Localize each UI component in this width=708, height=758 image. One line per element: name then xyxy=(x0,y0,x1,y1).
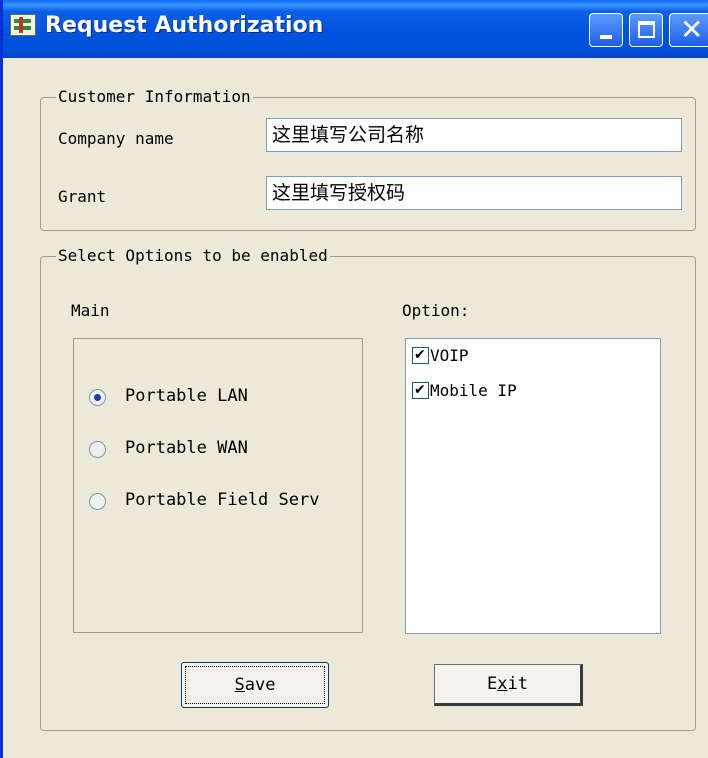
main-options-panel xyxy=(73,338,363,633)
check-icon: ✔ xyxy=(414,382,426,398)
option-label: Option: xyxy=(402,301,470,320)
checkbox-icon: ✔ xyxy=(412,382,429,399)
radio-portable-wan[interactable]: Portable WAN xyxy=(89,438,389,464)
radio-button-icon xyxy=(89,493,106,510)
request-authorization-window: Request Authorization ✕ Customer Informa… xyxy=(0,0,708,758)
title-bar[interactable]: Request Authorization ✕ xyxy=(3,0,708,58)
company-name-label: Company name xyxy=(58,129,174,148)
close-icon: ✕ xyxy=(680,13,704,46)
radio-label: Portable Field Serv xyxy=(125,490,320,510)
radio-portable-lan[interactable]: Portable LAN xyxy=(89,386,389,412)
window-title: Request Authorization xyxy=(45,13,324,38)
minimize-icon xyxy=(600,35,612,39)
minimize-button[interactable] xyxy=(589,13,623,47)
close-button[interactable]: ✕ xyxy=(669,13,708,47)
checkbox-label: Mobile IP xyxy=(430,381,517,400)
radio-button-icon xyxy=(89,441,106,458)
select-options-legend: Select Options to be enabled xyxy=(56,246,330,266)
maximize-button[interactable] xyxy=(629,13,663,47)
save-button-label: Save xyxy=(234,675,276,695)
radio-label: Portable WAN xyxy=(125,438,248,458)
exit-button[interactable]: Exit xyxy=(434,664,583,706)
exit-button-label: Exit xyxy=(487,674,528,694)
checkbox-icon: ✔ xyxy=(412,347,429,364)
customer-information-legend: Customer Information xyxy=(56,87,253,107)
radio-selected-dot xyxy=(94,394,101,401)
checkbox-voip[interactable]: ✔ VOIP xyxy=(412,346,652,368)
grant-field[interactable]: 这里填写授权码 xyxy=(266,176,682,210)
grant-label: Grant xyxy=(58,187,107,206)
radio-label: Portable LAN xyxy=(125,386,248,406)
radio-portable-field-serv[interactable]: Portable Field Serv xyxy=(89,490,389,516)
checkbox-mobile-ip[interactable]: ✔ Mobile IP xyxy=(412,381,652,403)
maximize-icon xyxy=(638,21,655,38)
app-icon xyxy=(10,14,36,36)
main-label: Main xyxy=(71,301,110,320)
save-button[interactable]: Save xyxy=(181,662,329,708)
check-icon: ✔ xyxy=(414,347,426,363)
radio-button-icon xyxy=(89,389,106,406)
checkbox-label: VOIP xyxy=(430,346,469,365)
company-name-field[interactable]: 这里填写公司名称 xyxy=(266,118,682,152)
